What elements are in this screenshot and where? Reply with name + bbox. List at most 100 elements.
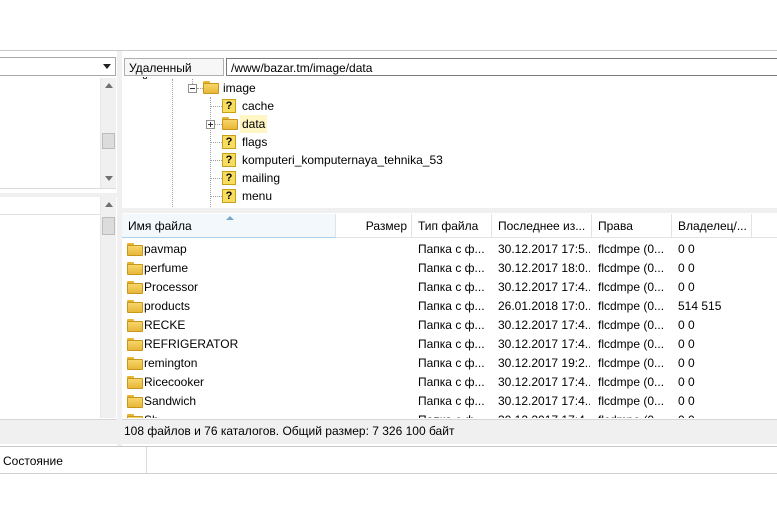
file-type: Папка с ф... xyxy=(418,280,485,294)
table-row[interactable]: pavmap Папка с ф... 30.12.2017 17:5... flcd… xyxy=(122,240,777,259)
queue-column-status[interactable]: Состояние xyxy=(0,447,147,473)
table-row[interactable]: Sandwich Папка с ф... 30.12.2017 17:4... fl… xyxy=(122,392,777,411)
expand-icon[interactable] xyxy=(206,120,215,129)
file-name: pavmap xyxy=(144,242,187,256)
remote-file-list[interactable]: Имя файла Размер Тип файла Последнее из.… xyxy=(122,214,777,418)
file-type: Папка с ф... xyxy=(418,375,485,389)
transfer-queue xyxy=(147,447,777,473)
tree-item-menu[interactable]: ? menu xyxy=(122,187,777,205)
scroll-thumb[interactable] xyxy=(102,217,115,235)
folder-icon xyxy=(127,338,143,351)
local-status-bar xyxy=(0,419,117,444)
file-owner: 0 0 xyxy=(678,337,695,351)
file-permissions: flcdmpe (0... xyxy=(598,375,665,389)
file-owner: 0 0 xyxy=(678,411,750,418)
remote-tree[interactable]: image ? cache data ? flags ? komputeri_k… xyxy=(122,79,777,207)
local-list-header xyxy=(0,197,100,215)
local-tree-scrollbar[interactable] xyxy=(100,78,116,188)
file-modified: 30.12.2017 17:4... xyxy=(498,318,590,332)
local-site-combo[interactable] xyxy=(0,57,116,76)
file-permissions: flcdmpe (0... xyxy=(598,394,665,408)
unknown-folder-icon: ? xyxy=(222,135,236,149)
file-type: Папка с ф... xyxy=(418,261,485,275)
file-owner: 514 515 xyxy=(678,299,722,313)
file-modified: 30.12.2017 17:4... xyxy=(498,411,590,418)
remote-site-label: Удаленный сайт: xyxy=(124,58,224,89)
tree-item-label: mailing xyxy=(242,171,281,185)
folder-icon xyxy=(127,281,143,294)
file-modified: 30.12.2017 19:2... xyxy=(498,356,590,370)
remote-site-bar: Удаленный сайт: /www/bazar.tm/image/data xyxy=(122,56,777,89)
tree-item-cache[interactable]: ? cache xyxy=(122,97,777,115)
scroll-up-icon[interactable] xyxy=(105,83,113,88)
file-owner: 0 0 xyxy=(678,280,695,294)
unknown-folder-icon: ? xyxy=(222,153,236,167)
table-row[interactable]: REFRIGERATOR Папка с ф... 30.12.2017 17:4.… xyxy=(122,335,777,354)
chevron-down-icon[interactable] xyxy=(103,64,111,69)
tree-item-data[interactable]: data xyxy=(122,115,777,133)
unknown-folder-icon: ? xyxy=(222,189,236,203)
table-row[interactable]: Processor Папка с ф... 30.12.2017 17:4... f… xyxy=(122,278,777,297)
column-header-owner[interactable]: Владелец/... xyxy=(672,214,752,238)
table-row[interactable]: Ricecooker Папка с ф... 30.12.2017 17:4...… xyxy=(122,373,777,392)
file-modified: 30.12.2017 18:0... xyxy=(498,261,590,275)
column-label: Владелец/... xyxy=(678,219,747,233)
file-permissions: flcdmpe (0... xyxy=(598,411,670,418)
folder-icon xyxy=(127,300,143,313)
column-header-size[interactable]: Размер xyxy=(336,214,412,238)
remote-path-input[interactable]: /www/bazar.tm/image/data xyxy=(226,58,777,76)
folder-icon xyxy=(222,117,238,130)
file-type: Папка с ф... xyxy=(418,356,485,370)
file-permissions: flcdmpe (0... xyxy=(598,242,665,256)
folder-icon xyxy=(127,319,143,332)
scroll-thumb[interactable] xyxy=(102,133,115,149)
local-list-scrollbar[interactable] xyxy=(100,197,116,418)
column-header-type[interactable]: Тип файла xyxy=(412,214,492,238)
table-row[interactable]: perfume Папка с ф... 30.12.2017 18:0... flc… xyxy=(122,259,777,278)
file-modified: 30.12.2017 17:4... xyxy=(498,337,590,351)
column-header-permissions[interactable]: Права xyxy=(592,214,672,238)
scroll-up-icon[interactable] xyxy=(105,202,113,207)
file-name: products xyxy=(144,299,191,313)
file-modified: 30.12.2017 17:4... xyxy=(498,280,590,294)
file-name: Sandwich xyxy=(144,394,197,408)
sort-ascending-icon xyxy=(226,216,234,220)
table-row[interactable]: RECKE Папка с ф... 30.12.2017 17:4... flcdm… xyxy=(122,316,777,335)
file-permissions: flcdmpe (0... xyxy=(598,337,665,351)
local-file-list[interactable] xyxy=(0,197,116,418)
table-row[interactable]: remington Папка с ф... 30.12.2017 19:2... f… xyxy=(122,354,777,373)
file-modified: 30.12.2017 17:4... xyxy=(498,375,590,389)
tree-item-komputeri[interactable]: ? komputeri_komputernaya_tehnika_53 xyxy=(122,151,777,169)
table-row[interactable]: Sh... Папка с ф... 30.12.2017 17:4... flcdm… xyxy=(122,411,777,418)
column-label: Размер xyxy=(365,219,407,233)
file-modified: 30.12.2017 17:5... xyxy=(498,242,590,256)
column-label: Права xyxy=(598,219,633,233)
file-type: Папка с ф... xyxy=(418,337,485,351)
scroll-down-icon[interactable] xyxy=(105,176,113,181)
tree-item-flags[interactable]: ? flags xyxy=(122,133,777,151)
divider xyxy=(0,473,777,474)
file-name: remington xyxy=(144,356,198,370)
unknown-folder-icon: ? xyxy=(222,171,236,185)
file-name: RECKE xyxy=(144,318,186,332)
file-owner: 0 0 xyxy=(678,242,695,256)
file-modified: 26.01.2018 17:0... xyxy=(498,299,590,313)
remote-status-bar: 108 файлов и 76 каталогов. Общий размер:… xyxy=(122,419,777,444)
file-name: Ricecooker xyxy=(144,375,205,389)
splitter[interactable] xyxy=(122,208,777,213)
file-modified: 30.12.2017 17:4... xyxy=(498,394,590,408)
tree-item-image[interactable]: image xyxy=(122,79,777,97)
column-label: Последнее из... xyxy=(498,219,586,233)
file-owner: 0 0 xyxy=(678,356,695,370)
file-permissions: flcdmpe (0... xyxy=(598,280,665,294)
file-name: Processor xyxy=(144,280,199,294)
local-tree[interactable] xyxy=(0,78,116,189)
file-type: Папка с ф... xyxy=(418,411,490,418)
collapse-icon[interactable] xyxy=(188,84,197,93)
table-row[interactable]: products Папка с ф... 26.01.2018 17:0... fl… xyxy=(122,297,777,316)
tree-item-label: flags xyxy=(242,135,268,149)
column-header-modified[interactable]: Последнее из... xyxy=(492,214,592,238)
column-header-filename[interactable]: Имя файла xyxy=(122,214,336,238)
file-owner: 0 0 xyxy=(678,394,695,408)
tree-item-mailing[interactable]: ? mailing xyxy=(122,169,777,187)
